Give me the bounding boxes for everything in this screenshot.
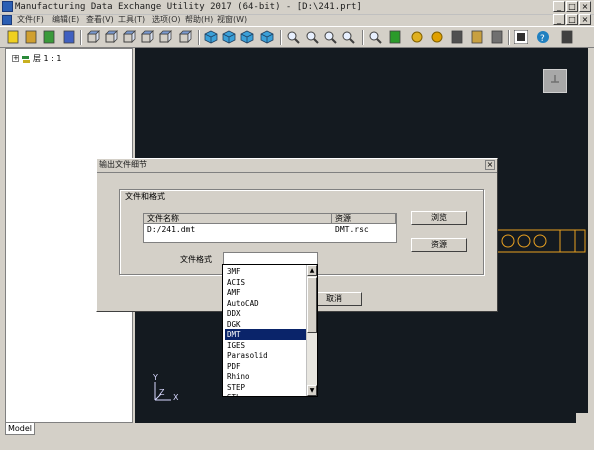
doc-minimize-button[interactable]: _ (553, 14, 565, 25)
column-header-resource[interactable]: 资源 (332, 214, 396, 224)
save-icon[interactable] (62, 30, 76, 44)
scroll-up-icon[interactable]: ▲ (307, 265, 317, 276)
menu-tools[interactable]: 工具(T) (118, 14, 145, 26)
axis-y-label: Y (153, 373, 158, 382)
tree-root-label[interactable]: 层 1 : 1 (33, 53, 62, 64)
view-right-icon[interactable] (140, 30, 154, 44)
toolbar-separator (362, 30, 364, 45)
view-iso-4-icon[interactable] (260, 30, 274, 44)
tree-expand-toggle[interactable]: + (12, 55, 19, 62)
browse-button[interactable]: 浏览 (411, 211, 467, 225)
help-icon[interactable]: ? (536, 30, 550, 44)
layer-icon (22, 54, 30, 63)
toolbar-separator (508, 30, 510, 45)
menu-help[interactable]: 帮助(H) (185, 14, 213, 26)
minimize-button[interactable]: _ (553, 1, 565, 12)
dialog-close-button[interactable]: × (485, 160, 495, 170)
view-left-icon[interactable] (122, 30, 136, 44)
open-icon[interactable] (24, 30, 38, 44)
axis-triad: Y X Z (149, 373, 189, 404)
view-cube-icon[interactable] (543, 69, 567, 93)
view-back-icon[interactable] (104, 30, 118, 44)
group-label: 文件和格式 (124, 192, 166, 202)
view-front-icon[interactable] (86, 30, 100, 44)
format-option[interactable]: AutoCAD (225, 298, 306, 309)
view-iso-1-icon[interactable] (204, 30, 218, 44)
maximize-button[interactable]: □ (566, 1, 578, 12)
title-divider (97, 172, 497, 173)
format-option[interactable]: STL (225, 392, 306, 396)
format-option[interactable]: DMT (225, 329, 306, 340)
format-option[interactable]: PDF (225, 361, 306, 372)
axis-z-label: Z (159, 388, 165, 397)
layers-icon[interactable] (470, 30, 484, 44)
doc-restore-button[interactable]: □ (566, 14, 578, 25)
toolbar-separator (80, 30, 82, 45)
column-header-filename[interactable]: 文件名称 (144, 214, 332, 224)
zoom-out-icon[interactable] (323, 30, 337, 44)
format-label: 文件格式 (180, 255, 212, 264)
format-option[interactable]: DDX (225, 308, 306, 319)
format-option[interactable]: DGK (225, 319, 306, 330)
format-option[interactable]: STEP (225, 382, 306, 393)
dialog-title: 输出文件细节 (99, 160, 147, 169)
app-icon[interactable] (2, 1, 13, 12)
import-icon[interactable] (42, 30, 56, 44)
view-top-icon[interactable] (158, 30, 172, 44)
new-icon[interactable] (6, 30, 20, 44)
menu-bar: 文件(F) 编辑(E) 查看(V) 工具(T) 选项(O) 帮助(H) 视窗(W… (0, 14, 594, 26)
view-iso-2-icon[interactable] (222, 30, 236, 44)
axis-x-label: X (173, 393, 179, 402)
scroll-thumb[interactable] (307, 277, 317, 333)
format-option[interactable]: Parasolid (225, 350, 306, 361)
refresh-icon[interactable] (388, 30, 402, 44)
whatsthis-icon[interactable] (560, 30, 574, 44)
menu-options[interactable]: 选项(O) (152, 14, 181, 26)
measure-icon[interactable] (490, 30, 504, 44)
shade-icon[interactable] (430, 30, 444, 44)
tab-bar: Model (0, 423, 594, 450)
menu-edit[interactable]: 编辑(E) (52, 14, 79, 26)
dropdown-scrollbar[interactable]: ▲ ▼ (306, 265, 317, 396)
model-geometry[interactable] (490, 228, 588, 258)
menu-file[interactable]: 文件(F) (17, 14, 44, 26)
cell-resource[interactable]: DMT.rsc (332, 225, 399, 235)
resize-grip[interactable] (576, 413, 588, 423)
toolbar: ? (0, 26, 594, 48)
zoom-extents-icon[interactable] (286, 30, 300, 44)
file-list[interactable]: 文件名称 资源 D:/241.dmt DMT.rsc (143, 213, 397, 243)
dialog-title-bar: 输出文件细节 × (97, 159, 497, 171)
color-icon[interactable] (410, 30, 424, 44)
zoom-in-icon[interactable] (305, 30, 319, 44)
toolbar-separator (198, 30, 200, 45)
view-bottom-icon[interactable] (178, 30, 192, 44)
cell-filename[interactable]: D:/241.dmt (144, 225, 335, 235)
doc-close-button[interactable]: × (579, 14, 591, 25)
resource-button[interactable]: 资源 (411, 238, 467, 252)
menu-view[interactable]: 查看(V) (86, 14, 114, 26)
tab-model[interactable]: Model (5, 423, 35, 435)
window-title: Manufacturing Data Exchange Utility 2017… (15, 2, 362, 12)
menu-window[interactable]: 视窗(W) (217, 14, 247, 26)
title-bar: Manufacturing Data Exchange Utility 2017… (0, 0, 594, 15)
zoom-window-icon[interactable] (341, 30, 355, 44)
zoom-fit-icon[interactable] (368, 30, 382, 44)
globe-icon[interactable] (450, 30, 464, 44)
format-option[interactable]: IGES (225, 340, 306, 351)
format-option[interactable]: 3MF (225, 266, 306, 277)
format-option[interactable]: AMF (225, 287, 306, 298)
close-button[interactable]: × (579, 1, 591, 12)
format-option[interactable]: ACIS (225, 277, 306, 288)
format-option[interactable]: Rhino (225, 371, 306, 382)
svg-text:?: ? (540, 34, 545, 44)
toolbar-separator (280, 30, 282, 45)
view-iso-3-icon[interactable] (240, 30, 254, 44)
scroll-down-icon[interactable]: ▼ (307, 385, 317, 396)
format-dropdown-list[interactable]: 3MF ACIS AMF AutoCAD DDX DGK DMT IGES Parasolid P… (222, 264, 318, 397)
display-mode-icon[interactable] (514, 30, 528, 44)
document-icon[interactable] (2, 15, 12, 25)
